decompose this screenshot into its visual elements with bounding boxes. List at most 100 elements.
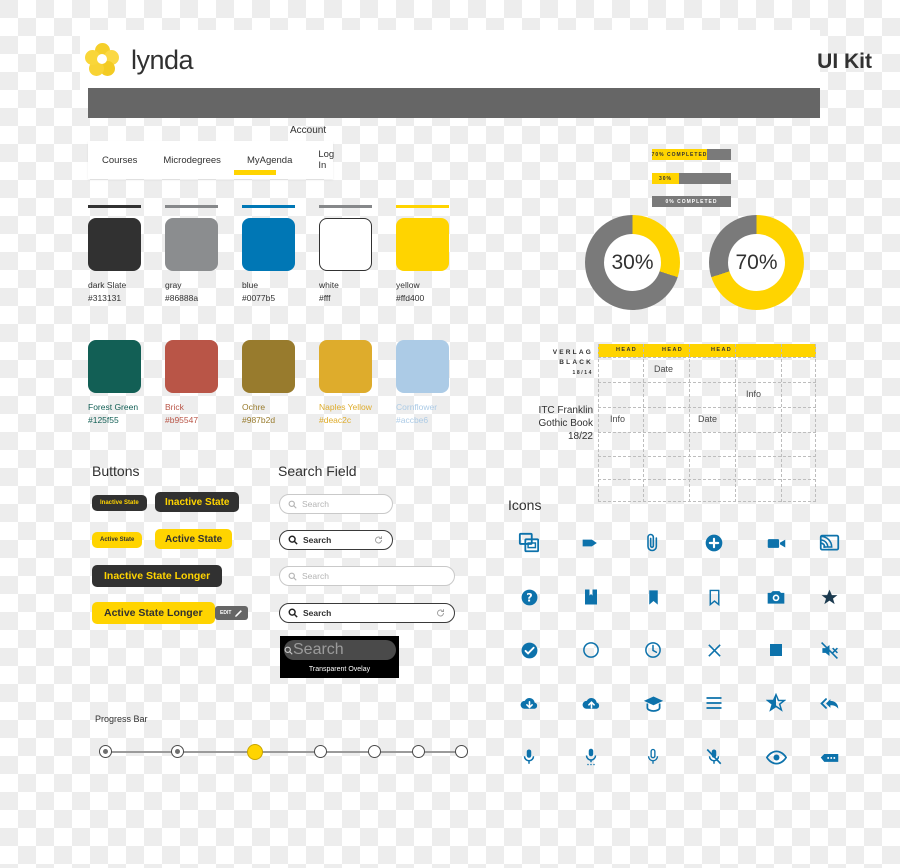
videocam-icon[interactable]	[763, 530, 789, 556]
mic-outline-icon[interactable]	[640, 744, 666, 770]
swatch-blue[interactable]: blue #0077b5	[242, 205, 319, 305]
completion-bar-label: 70% COMPLETED	[651, 151, 708, 158]
search-transparent-overlay: Search Transparent Ovelay	[280, 636, 399, 678]
swatch-name: gray	[165, 280, 182, 290]
swatch-name: white	[319, 280, 339, 290]
eye-icon[interactable]	[763, 744, 789, 770]
nav-active-underline	[234, 170, 276, 175]
check-circle-icon[interactable]	[516, 637, 542, 663]
volume-mute-icon[interactable]	[816, 637, 842, 663]
progress-step-1[interactable]	[99, 745, 112, 758]
star-half-icon[interactable]	[763, 690, 789, 716]
search-field-filled-wide[interactable]: Search	[279, 603, 455, 623]
tag-icon[interactable]	[578, 530, 604, 556]
graduation-cap-icon[interactable]	[640, 690, 666, 716]
book-icon[interactable]	[578, 584, 604, 610]
table-header-1: HEAD	[616, 347, 638, 353]
menu-hamburger-icon[interactable]	[701, 690, 727, 716]
button-active-medium[interactable]: Active State	[155, 529, 233, 549]
overlay-search-field[interactable]: Search	[284, 640, 396, 660]
progress-step-2[interactable]	[171, 745, 184, 758]
mic-filled-icon[interactable]	[516, 744, 542, 770]
ui-kit-canvas: lynda UI Kit Account Courses Microdegree…	[0, 0, 900, 868]
star-filled-icon[interactable]	[816, 584, 842, 610]
swatch-naples-yellow[interactable]: Naples Yellow #deac2c	[319, 340, 396, 427]
refresh-icon[interactable]	[436, 609, 445, 618]
mic-off-icon[interactable]	[701, 744, 727, 770]
cast-screen-icon[interactable]	[816, 530, 842, 556]
swatch-hex: #987b2d	[242, 415, 276, 425]
donut-chart-30-label: 30%	[604, 234, 661, 291]
refresh-icon[interactable]	[374, 536, 383, 545]
nav-item-courses[interactable]: Courses	[100, 155, 139, 166]
search-icon	[288, 572, 297, 581]
copy-windows-icon[interactable]	[516, 530, 542, 556]
button-inactive-longer[interactable]: Inactive State Longer	[92, 565, 223, 587]
add-circle-icon[interactable]	[701, 530, 727, 556]
swatch-hex: #125f55	[88, 415, 119, 425]
swatch-name: Naples Yellow	[319, 402, 372, 412]
progress-step-6[interactable]	[412, 745, 425, 758]
swatch-white[interactable]: white #fff	[319, 205, 396, 305]
paperclip-icon[interactable]	[640, 530, 666, 556]
close-x-icon[interactable]	[701, 637, 727, 663]
header-gray-band	[88, 88, 820, 118]
swatch-gray[interactable]: gray #86888a	[165, 205, 242, 305]
cloud-download-icon[interactable]	[516, 690, 542, 716]
site-header: lynda	[80, 30, 820, 90]
search-icon	[288, 535, 298, 545]
nav-item-microdegrees[interactable]: Microdegrees	[161, 155, 223, 166]
swatch-yellow[interactable]: yellow #ffd400	[396, 205, 473, 305]
completion-bar-label: 30%	[658, 175, 672, 182]
nav-item-login[interactable]: Log In	[316, 149, 336, 171]
typography-display-spec: VERLAG BLACK 18/14	[518, 348, 593, 378]
account-link[interactable]: Account	[290, 125, 326, 136]
button-inactive-medium[interactable]: Inactive State	[155, 492, 240, 512]
stop-square-icon[interactable]	[763, 637, 789, 663]
bookmark-filled-icon[interactable]	[640, 584, 666, 610]
icons-section-title: Icons	[508, 497, 542, 513]
edit-button[interactable]: EDIT	[215, 606, 249, 620]
table-header-row: HEAD HEAD HEAD	[598, 344, 816, 357]
search-field-empty-narrow[interactable]: Search	[279, 494, 393, 514]
swatch-forest-green[interactable]: Forest Green #125f55	[88, 340, 165, 427]
help-circle-icon[interactable]: ?	[516, 584, 542, 610]
bookmark-outline-icon[interactable]	[701, 584, 727, 610]
swatch-hex: #deac2c	[319, 415, 352, 425]
progress-step-3-current[interactable]	[247, 744, 263, 760]
search-icon	[288, 608, 298, 618]
search-field-empty-wide[interactable]: Search	[279, 566, 455, 586]
progress-step-4[interactable]	[314, 745, 327, 758]
circle-outline-icon[interactable]	[578, 637, 604, 663]
swatch-name: Forest Green	[88, 402, 139, 412]
comment-dots-icon[interactable]	[816, 744, 842, 770]
camera-icon[interactable]	[763, 584, 789, 610]
mic-settings-icon[interactable]	[578, 744, 604, 770]
search-icon	[284, 646, 293, 655]
reply-all-icon[interactable]	[816, 690, 842, 716]
display-font-size: 18/14	[572, 370, 593, 376]
swatch-cornflower[interactable]: Cornflower #accbe6	[396, 340, 473, 427]
swatch-name: Ochre	[242, 402, 266, 412]
completion-bar-30: 30%	[652, 173, 731, 184]
palette-row-secondary: Forest Green #125f55 Brick #b95547 Ochre…	[88, 340, 473, 427]
clock-icon[interactable]	[640, 637, 666, 663]
typography-body-spec: ITC Franklin Gothic Book 18/22	[510, 404, 593, 443]
button-inactive-small[interactable]: Inactive State	[92, 495, 147, 511]
progress-step-7[interactable]	[455, 745, 468, 758]
cloud-upload-icon[interactable]	[578, 690, 604, 716]
table-cell-date-1: Date	[654, 364, 674, 374]
swatch-dark-slate[interactable]: dark Slate #313131	[88, 205, 165, 305]
nav-item-myagenda[interactable]: MyAgenda	[245, 155, 294, 166]
table-cell-info-2: Info	[610, 414, 626, 424]
swatch-brick[interactable]: Brick #b95547	[165, 340, 242, 427]
table-cell-date-2: Date	[698, 414, 718, 424]
button-active-small[interactable]: Active State	[92, 532, 143, 548]
search-input-value: Search	[303, 608, 332, 618]
swatch-ochre[interactable]: Ochre #987b2d	[242, 340, 319, 427]
button-active-longer[interactable]: Active State Longer	[92, 602, 215, 624]
progress-step-5[interactable]	[368, 745, 381, 758]
overlay-search-placeholder: Search	[293, 641, 344, 658]
swatch-hex: #86888a	[165, 293, 199, 303]
search-field-filled-narrow[interactable]: Search	[279, 530, 393, 550]
